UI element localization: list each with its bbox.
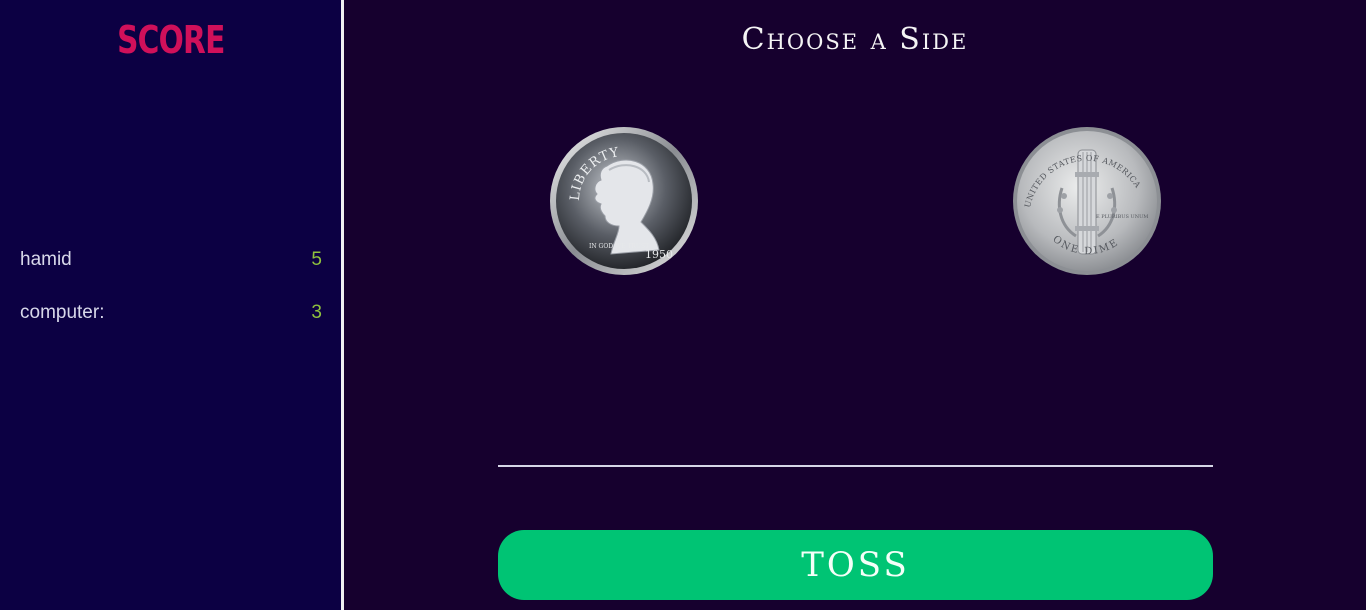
heads-coin-icon: LIBERTY IN GOD WE TRUST 1950 bbox=[550, 127, 698, 275]
tails-coin-button[interactable]: UNITED STATES OF AMERICA ONE DIME E PLUR… bbox=[1012, 126, 1162, 276]
heads-year: 1950 bbox=[645, 248, 673, 261]
computer-name: computer: bbox=[20, 302, 105, 323]
heads-coin-button[interactable]: LIBERTY IN GOD WE TRUST 1950 bbox=[549, 126, 699, 276]
player-score-row: hamid 5 bbox=[20, 249, 322, 271]
heads-motto: IN GOD WE TRUST bbox=[589, 243, 649, 250]
score-title: SCORE bbox=[117, 18, 225, 62]
computer-score-row: computer: 3 bbox=[20, 302, 322, 324]
choose-side-heading: Choose a Side bbox=[741, 22, 969, 57]
game-area: Choose a Side LIBERTY IN GOD WE TRUST 19… bbox=[344, 0, 1366, 610]
player-score: 5 bbox=[311, 249, 322, 270]
player-name: hamid bbox=[20, 249, 72, 270]
divider-line bbox=[498, 465, 1213, 467]
tails-coin-icon: UNITED STATES OF AMERICA ONE DIME E PLUR… bbox=[1013, 127, 1161, 275]
tails-motto: E PLURIBUS UNUM bbox=[1096, 214, 1148, 220]
toss-button[interactable]: TOSS bbox=[498, 530, 1213, 600]
computer-score: 3 bbox=[311, 302, 322, 323]
scoreboard-sidebar: SCORE hamid 5 computer: 3 bbox=[0, 0, 344, 610]
coin-toss-app: SCORE hamid 5 computer: 3 Choose a Side bbox=[0, 0, 1366, 610]
